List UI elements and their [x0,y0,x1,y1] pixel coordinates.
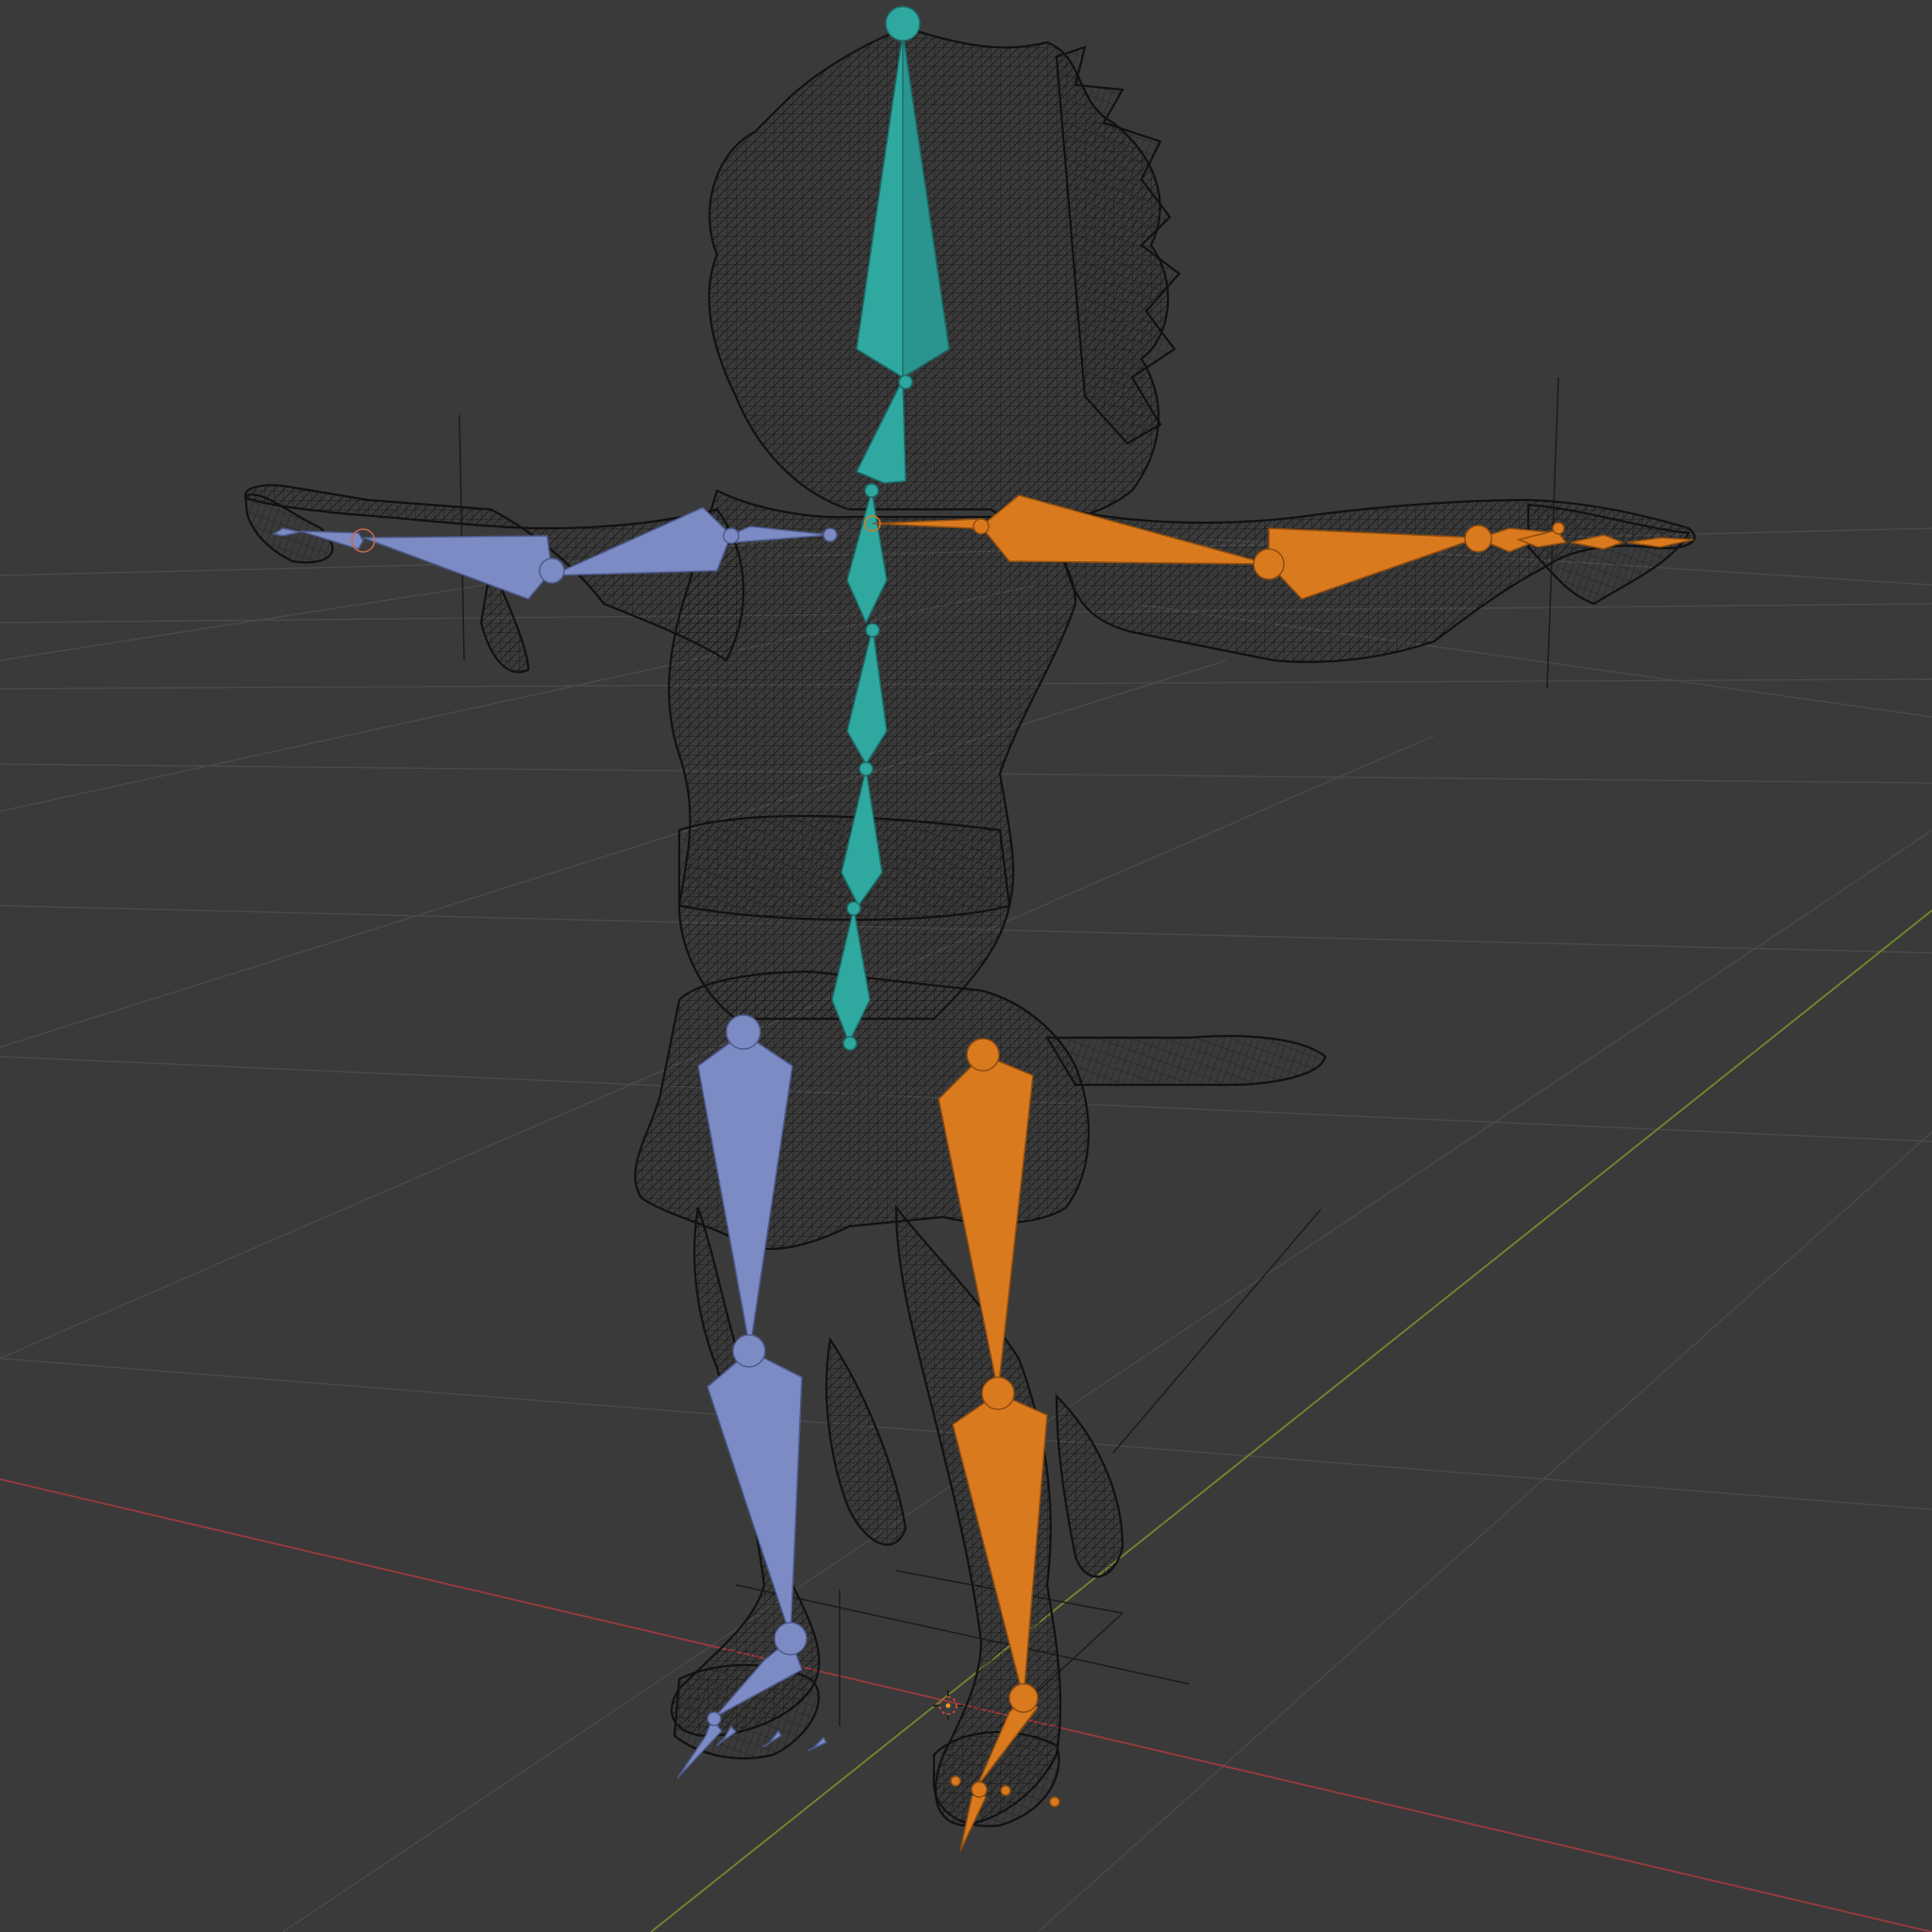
mesh-foot-left [673,1663,820,1760]
3d-viewport[interactable] [0,0,1932,1932]
bone-head-tail-joint[interactable] [885,6,921,42]
bone-forearm-r-joint[interactable] [1253,548,1285,580]
bone-toe-r-d[interactable] [1049,1796,1060,1807]
bone-thigh-l-joint[interactable] [725,1014,761,1050]
3d-cursor-icon[interactable] [933,1690,963,1721]
character-mesh[interactable] [243,26,1696,1827]
mesh-tail [1045,1035,1327,1087]
bone-thigh-r-joint[interactable] [966,1038,1000,1072]
bone-toe-l-joint[interactable] [707,1711,722,1726]
bone-toe-l-d[interactable] [807,1736,828,1752]
bone-chest-joint[interactable] [864,483,879,498]
bone-fingers-r-joint[interactable] [1552,522,1565,535]
bone-forearm-l-joint[interactable] [539,558,565,584]
bone-toe-r-c[interactable] [1000,1785,1011,1796]
bone-hips-joint[interactable] [846,901,861,916]
bone-upperarm-r-joint[interactable] [973,518,990,535]
mesh-hand-right [1526,503,1690,606]
bone-shin-r-joint[interactable] [981,1376,1015,1410]
bone-root-joint[interactable] [842,1036,858,1051]
bone-shin-l[interactable] [707,1350,803,1638]
mesh-knee-right-flap [1055,1393,1124,1578]
viewport-canvas[interactable] [0,0,1932,1932]
bone-upperarm-l-joint[interactable] [723,527,740,544]
bone-spine-upper-joint[interactable] [865,623,880,638]
bone-foot-l-joint[interactable] [774,1622,808,1656]
bone-spine-joint[interactable] [858,761,874,776]
bone-neck-joint[interactable] [898,375,913,390]
bone-hand-r-joint[interactable] [1464,525,1492,553]
bone-shin-l-joint[interactable] [732,1334,766,1368]
mesh-knee-left-flap [824,1337,908,1546]
bone-shoulder-l-joint[interactable] [823,527,838,542]
bone-toe-r-joint[interactable] [971,1781,988,1798]
bone-toe-r-b[interactable] [950,1775,961,1787]
bone-foot-r-joint[interactable] [1008,1683,1039,1713]
